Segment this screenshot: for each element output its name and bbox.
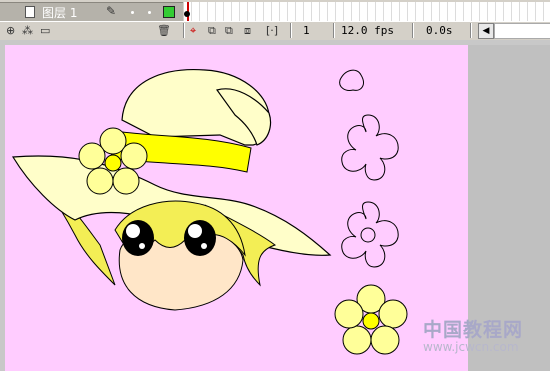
elapsed-time: 0.0s <box>426 24 453 37</box>
current-frame: 1 <box>303 24 310 37</box>
add-guide-layer-icon[interactable]: ⁂ <box>22 24 33 37</box>
separator <box>183 23 185 38</box>
left-eye <box>122 220 154 256</box>
modify-onion-markers-icon[interactable]: [·] <box>266 24 278 37</box>
layer-color-swatch[interactable] <box>163 6 175 18</box>
scroll-left-button[interactable]: ◀ <box>478 23 494 39</box>
stage-canvas[interactable] <box>5 45 468 371</box>
lock-dot-icon[interactable] <box>148 11 151 14</box>
flower-outline-1 <box>341 114 399 181</box>
edit-multiple-frames-icon[interactable]: ⧈ <box>244 24 251 37</box>
watermark-title: 中国教程网 <box>423 319 524 341</box>
petal-sketch <box>339 69 364 91</box>
timeline-toolbar: ⊕ ⁂ ▭ 🗑 ⌖ ⧉ ⧉ ⧈ [·] 1 12.0 fps 0.0s ◀ <box>0 21 550 41</box>
center-frame-icon[interactable]: ⌖ <box>190 24 196 37</box>
flower-outline-2 <box>341 201 399 268</box>
layer-row[interactable]: 图层 1 ✎ <box>0 2 183 22</box>
watermark: 中国教程网 www.jcwcn.com <box>423 315 523 354</box>
horizontal-scrollbar[interactable] <box>494 23 550 39</box>
right-eye <box>184 220 216 256</box>
frame-rate: 12.0 fps <box>341 24 394 37</box>
separator <box>290 23 292 38</box>
separator <box>333 23 335 38</box>
onion-skin-icon[interactable]: ⧉ <box>208 24 216 37</box>
visibility-dot-icon[interactable] <box>131 11 134 14</box>
add-folder-icon[interactable]: ▭ <box>40 24 50 37</box>
separator <box>412 23 414 38</box>
separator <box>470 23 472 38</box>
add-layer-icon[interactable]: ⊕ <box>6 24 15 37</box>
onion-skin-outlines-icon[interactable]: ⧉ <box>225 24 233 37</box>
trash-icon[interactable]: 🗑 <box>157 24 171 37</box>
frame-track[interactable] <box>184 2 550 22</box>
layer-page-icon <box>25 6 35 18</box>
keyframe-icon <box>184 11 190 17</box>
artwork <box>11 68 408 355</box>
pencil-icon: ✎ <box>106 4 117 18</box>
timeline-panel: 图层 1 ✎ ⊕ ⁂ ▭ 🗑 ⌖ ⧉ ⧉ ⧈ [·] 1 12.0 fps 0.… <box>0 0 550 41</box>
flower-filled <box>334 284 408 355</box>
layer-name: 图层 1 <box>42 6 78 20</box>
watermark-url: www.jcwcn.com <box>423 340 519 354</box>
